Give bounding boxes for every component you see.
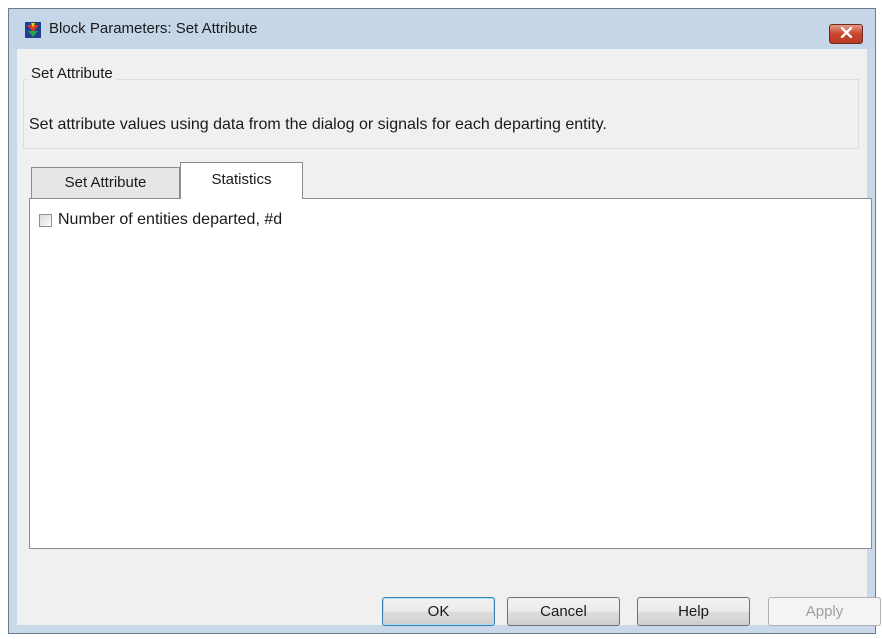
entities-departed-checkbox[interactable] [39,213,52,227]
tab-statistics[interactable]: Statistics [180,162,303,199]
description-group [23,79,859,149]
dialog-body: Set Attribute Set attribute values using… [17,49,881,626]
statistics-panel: Number of entities departed, #d [29,198,872,549]
tab-set-attribute[interactable]: Set Attribute [31,167,180,198]
close-button[interactable] [829,24,863,44]
apply-button[interactable]: Apply [768,597,881,626]
help-button[interactable]: Help [637,597,750,626]
ok-button[interactable]: OK [382,597,495,626]
simulink-icon [25,22,41,38]
close-icon [840,25,853,43]
block-description: Set attribute values using data from the… [29,116,607,133]
window-title: Block Parameters: Set Attribute [49,20,258,37]
entities-departed-option[interactable]: Number of entities departed, #d [39,211,282,229]
entities-departed-label: Number of entities departed, #d [58,211,283,228]
group-title: Set Attribute [27,65,117,82]
title-bar[interactable]: Block Parameters: Set Attribute [9,9,875,49]
dialog-window: Block Parameters: Set Attribute Set Attr… [8,8,881,634]
cancel-button[interactable]: Cancel [507,597,620,626]
